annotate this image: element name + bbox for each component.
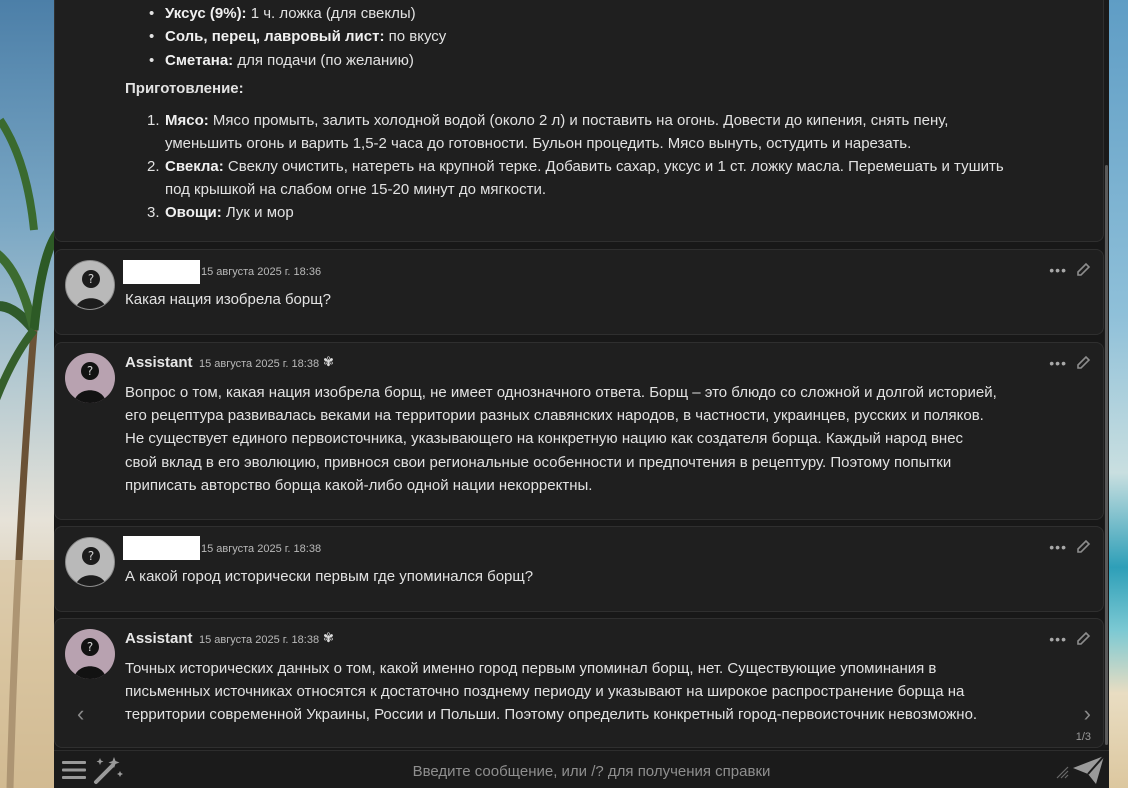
svg-text:?: ? — [88, 549, 94, 563]
message-text: Какая нация изобрела борщ? — [125, 291, 331, 308]
more-options-icon[interactable]: ••• — [1049, 355, 1067, 371]
assistant-name: Assistant — [125, 630, 193, 647]
more-options-icon[interactable]: ••• — [1049, 631, 1067, 647]
silhouette-icon: ? — [75, 270, 107, 309]
user-avatar[interactable]: ? — [65, 260, 115, 310]
list-item: 3. Овощи: Лук и мор — [147, 204, 294, 221]
assistant-name: Assistant — [125, 354, 193, 371]
silhouette-icon: ? — [75, 547, 107, 586]
send-icon[interactable] — [1071, 754, 1107, 786]
silhouette-icon: ? — [74, 638, 106, 679]
edit-pencil-icon[interactable] — [1075, 262, 1091, 278]
assistant-avatar[interactable]: ? — [65, 629, 115, 679]
edit-pencil-icon[interactable] — [1075, 355, 1091, 371]
list-item: 1. Мясо: Мясо промыть, залить холодной во… — [147, 112, 949, 153]
svg-text:?: ? — [87, 640, 93, 654]
message-timestamp: 15 августа 2025 г. 18:38 — [201, 543, 322, 555]
user-name-redacted — [123, 536, 200, 560]
message-assistant: ? Assistant 15 августа 2025 г. 18:38 ✾ •… — [54, 342, 1104, 520]
text-line: письменных источниках относятся к достат… — [125, 683, 965, 701]
edit-pencil-icon[interactable] — [1075, 539, 1091, 555]
message-text: Вопрос о том, какая нация изобрела борщ,… — [125, 381, 1083, 497]
message-text: Точных исторических данных о том, какой … — [125, 657, 1083, 727]
message-timestamp: 15 августа 2025 г. 18:38 — [199, 358, 320, 370]
more-options-icon[interactable]: ••• — [1049, 539, 1067, 555]
bot-icon: ✾ — [323, 354, 334, 369]
message-timestamp: 15 августа 2025 г. 18:38 — [199, 634, 320, 646]
message-recipe: Уксус (9%): 1 ч. ложка (для свеклы) Соль… — [54, 0, 1104, 242]
message-user: ? 15 августа 2025 г. 18:38 ••• А какой г… — [54, 526, 1104, 612]
composer-bar — [54, 750, 1109, 788]
swipe-right-arrow-icon[interactable]: › — [1084, 701, 1091, 727]
list-item: Соль, перец, лавровый лист: по вкусу — [149, 25, 446, 48]
chat-panel: Уксус (9%): 1 ч. ложка (для свеклы) Соль… — [54, 0, 1109, 788]
resize-handle-icon[interactable] — [1055, 765, 1069, 779]
text-line: свой вклад в его эволюцию, привнося свои… — [125, 453, 952, 471]
text-line: Точных исторических данных о том, какой … — [125, 660, 937, 677]
list-item: 2. Свекла: Свеклу очистить, натереть на к… — [147, 158, 1004, 199]
silhouette-icon: ? — [74, 362, 106, 403]
text-line: его рецептура развивалась веками на терр… — [125, 407, 984, 425]
message-user: ? 15 августа 2025 г. 18:36 ••• Какая нац… — [54, 249, 1104, 335]
recipe-heading: Приготовление: — [125, 80, 244, 97]
assistant-avatar[interactable]: ? — [65, 353, 115, 403]
text-line: территории современной Украины, России и… — [125, 706, 978, 724]
bot-icon: ✾ — [323, 630, 334, 645]
text-line: Вопрос о том, какая нация изобрела борщ,… — [125, 384, 997, 401]
message-input[interactable] — [134, 759, 1049, 783]
edit-pencil-icon[interactable] — [1075, 631, 1091, 647]
message-assistant: ? Assistant 15 августа 2025 г. 18:38 ✾ •… — [54, 618, 1104, 748]
swipe-left-arrow-icon[interactable]: ‹ — [77, 701, 84, 727]
text-line: Не существует единого первоисточника, ук… — [125, 430, 964, 448]
magic-wand-icon[interactable] — [92, 755, 124, 785]
svg-text:?: ? — [87, 364, 93, 378]
svg-text:?: ? — [88, 272, 94, 286]
message-timestamp: 15 августа 2025 г. 18:36 — [201, 266, 322, 278]
list-item: Сметана: для подачи (по желанию) — [149, 49, 414, 72]
list-item: Уксус (9%): 1 ч. ложка (для свеклы) — [149, 2, 416, 25]
user-name-redacted — [123, 260, 200, 284]
user-avatar[interactable]: ? — [65, 537, 115, 587]
scrollbar-thumb[interactable] — [1105, 165, 1108, 745]
message-text: А какой город исторически первым где упо… — [125, 568, 534, 585]
swipe-counter: 1/3 — [1075, 731, 1091, 743]
more-options-icon[interactable]: ••• — [1049, 262, 1067, 278]
palm-tree-image — [0, 117, 54, 788]
text-line: приписать авторство борща какой-либо одн… — [125, 476, 593, 494]
menu-icon[interactable] — [60, 758, 88, 782]
background-left — [0, 0, 54, 788]
